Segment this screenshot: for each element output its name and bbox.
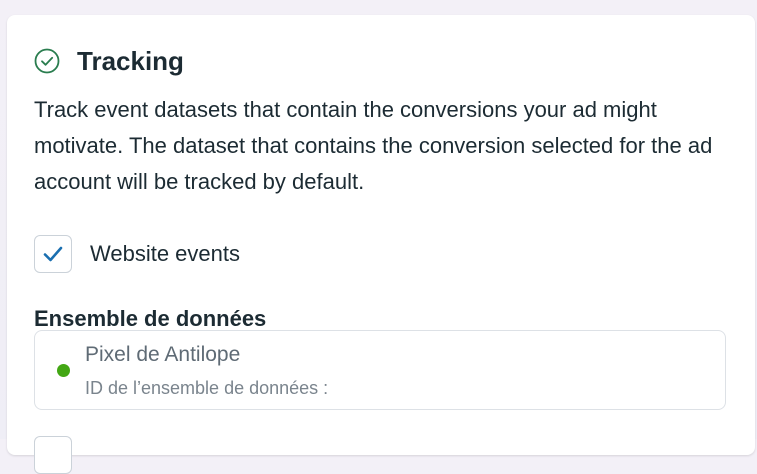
- tracking-title: Tracking: [77, 46, 184, 76]
- website-events-checkbox[interactable]: [34, 235, 72, 273]
- checkmark-icon: [43, 246, 63, 262]
- active-status-dot-icon: [57, 364, 70, 377]
- tracking-card: Tracking Track event datasets that conta…: [7, 15, 755, 474]
- check-circle-icon: [34, 48, 60, 74]
- dataset-id-label: ID de l’ensemble de données :: [85, 378, 329, 398]
- website-events-label: Website events: [90, 241, 241, 266]
- tracking-header: Tracking: [34, 45, 184, 77]
- next-option-checkbox[interactable]: [34, 436, 72, 474]
- dataset-name: Pixel de Antilope: [85, 343, 241, 366]
- dataset-heading: Ensemble de données: [34, 306, 267, 331]
- dataset-item[interactable]: Pixel de Antilope ID de l’ensemble de do…: [34, 330, 726, 410]
- tracking-description: Track event datasets that contain the co…: [34, 97, 713, 194]
- website-events-option[interactable]: Website events: [34, 235, 240, 273]
